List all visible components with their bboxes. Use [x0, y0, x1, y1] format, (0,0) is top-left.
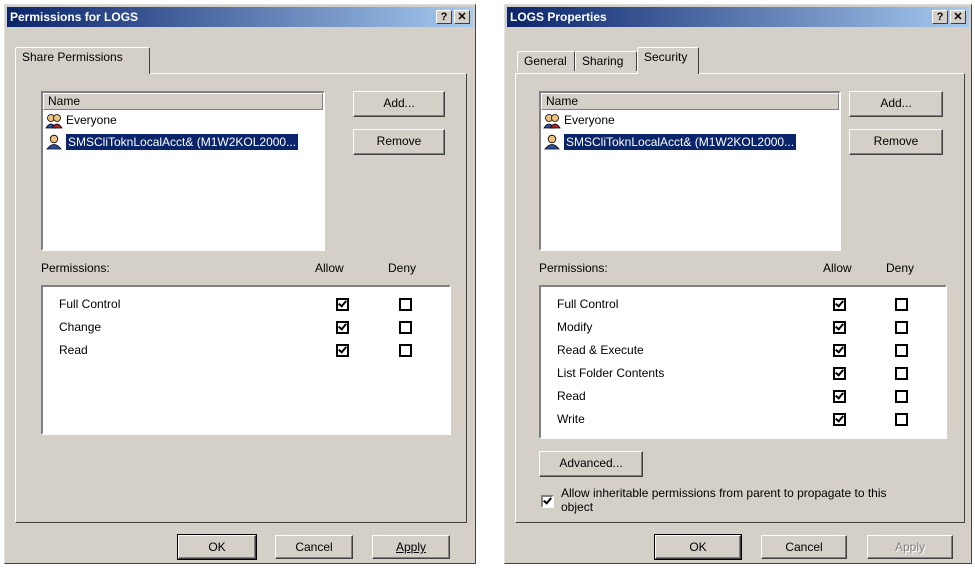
add-button[interactable]: Add... [849, 91, 943, 117]
permissions-list[interactable]: Full Control Modify Read & Execute List … [539, 285, 947, 439]
tab-general[interactable]: General [517, 51, 575, 71]
tab-label: General [524, 54, 567, 68]
user-icon [46, 134, 62, 149]
user-name: Everyone [564, 113, 615, 127]
tab-share-permissions[interactable]: Share Permissions [15, 47, 150, 74]
user-name: Everyone [66, 113, 117, 127]
add-button-label: Add... [383, 96, 415, 110]
allow-checkbox-list-folder-contents[interactable] [833, 367, 846, 380]
allow-checkbox-read-execute[interactable] [833, 344, 846, 357]
user-icon [544, 134, 560, 149]
title-bar: Permissions for LOGS ? ✕ [7, 7, 473, 27]
group-icon [543, 113, 561, 128]
permission-full-control: Full Control [557, 297, 619, 311]
apply-button-label: Apply [894, 540, 926, 554]
permission-read: Read [557, 389, 586, 403]
tab-security[interactable]: Security [637, 47, 699, 74]
title-bar: LOGS Properties ? ✕ [507, 7, 969, 27]
tab-label: Security [644, 50, 688, 64]
deny-checkbox-read[interactable] [399, 344, 412, 357]
tab-label: Share Permissions [22, 50, 123, 64]
name-column-header[interactable]: Name [43, 93, 323, 110]
remove-button[interactable]: Remove [849, 129, 943, 155]
list-item-smsclitokn[interactable]: SMSCliToknLocalAcct& (M1W2KOL2000... [541, 131, 839, 152]
allow-header: Allow [315, 261, 344, 275]
permission-read: Read [59, 343, 88, 357]
deny-checkbox-write[interactable] [895, 413, 908, 426]
apply-button[interactable]: Apply [372, 535, 450, 559]
close-icon[interactable]: ✕ [950, 10, 966, 24]
permission-modify: Modify [557, 320, 593, 334]
deny-checkbox-read-execute[interactable] [895, 344, 908, 357]
remove-button[interactable]: Remove [353, 129, 445, 155]
group-icon [45, 113, 63, 128]
ok-button-label: OK [689, 540, 707, 554]
advanced-button-label: Advanced... [559, 456, 623, 470]
allow-checkbox-full-control[interactable] [833, 298, 846, 311]
allow-checkbox-read[interactable] [336, 344, 349, 357]
permissions-label: Permissions: [41, 261, 110, 275]
list-item-everyone[interactable]: Everyone [541, 110, 839, 131]
name-column-header[interactable]: Name [541, 93, 839, 110]
add-button-label: Add... [880, 96, 912, 110]
help-icon[interactable]: ? [436, 10, 452, 24]
permission-list-folder-contents: List Folder Contents [557, 366, 665, 380]
deny-checkbox-change[interactable] [399, 321, 412, 334]
deny-header: Deny [886, 261, 915, 275]
deny-checkbox-full-control[interactable] [895, 298, 908, 311]
user-name: SMSCliToknLocalAcct& (M1W2KOL2000... [564, 133, 797, 150]
add-button[interactable]: Add... [353, 91, 445, 117]
ok-button[interactable]: OK [177, 534, 257, 560]
allow-checkbox-read[interactable] [833, 390, 846, 403]
allow-checkbox-modify[interactable] [833, 321, 846, 334]
close-icon[interactable]: ✕ [454, 10, 470, 24]
permission-read-execute: Read & Execute [557, 343, 644, 357]
help-icon[interactable]: ? [932, 10, 948, 24]
allow-checkbox-write[interactable] [833, 413, 846, 426]
user-name: SMSCliToknLocalAcct& (M1W2KOL2000... [66, 133, 299, 150]
cancel-button[interactable]: Cancel [275, 535, 353, 559]
deny-checkbox-full-control[interactable] [399, 298, 412, 311]
inherit-permissions-checkbox[interactable] [541, 495, 554, 508]
advanced-button[interactable]: Advanced... [539, 451, 643, 477]
permission-write: Write [557, 412, 585, 426]
cancel-button[interactable]: Cancel [761, 535, 847, 559]
remove-button-label: Remove [376, 134, 422, 148]
ok-button-label: OK [208, 540, 226, 554]
dialog-title: Permissions for LOGS [10, 10, 139, 24]
ok-button[interactable]: OK [654, 534, 742, 560]
permission-full-control: Full Control [59, 297, 121, 311]
dialog-title: LOGS Properties [510, 10, 607, 24]
cancel-button-label: Cancel [295, 540, 333, 554]
users-list[interactable]: Name Everyone SMSCliToknLocalAcct& (M1W2… [539, 91, 841, 251]
tab-label: Sharing [582, 54, 624, 68]
remove-button-label: Remove [873, 134, 919, 148]
permission-change: Change [59, 320, 102, 334]
tab-sharing[interactable]: Sharing [575, 51, 637, 71]
list-item-smsclitokn[interactable]: SMSCliToknLocalAcct& (M1W2KOL2000... [43, 131, 323, 152]
allow-checkbox-full-control[interactable] [336, 298, 349, 311]
deny-header: Deny [388, 261, 417, 275]
apply-button[interactable]: Apply [867, 535, 953, 559]
inherit-permissions-label[interactable]: Allow inheritable permissions from paren… [561, 486, 921, 514]
deny-checkbox-read[interactable] [895, 390, 908, 403]
deny-checkbox-list-folder-contents[interactable] [895, 367, 908, 380]
deny-checkbox-modify[interactable] [895, 321, 908, 334]
permissions-list[interactable]: Full Control Change Read [41, 285, 451, 435]
permissions-dialog: Permissions for LOGS ? ✕ Share Permissio… [4, 4, 476, 564]
apply-button-label: Apply [395, 540, 427, 554]
allow-checkbox-change[interactable] [336, 321, 349, 334]
list-item-everyone[interactable]: Everyone [43, 110, 323, 131]
allow-header: Allow [823, 261, 852, 275]
cancel-button-label: Cancel [785, 540, 823, 554]
properties-dialog: LOGS Properties ? ✕ General Sharing Secu… [504, 4, 972, 564]
permissions-label: Permissions: [539, 261, 608, 275]
users-list[interactable]: Name Everyone SMSCliToknLocalAcct& (M1W2… [41, 91, 325, 251]
